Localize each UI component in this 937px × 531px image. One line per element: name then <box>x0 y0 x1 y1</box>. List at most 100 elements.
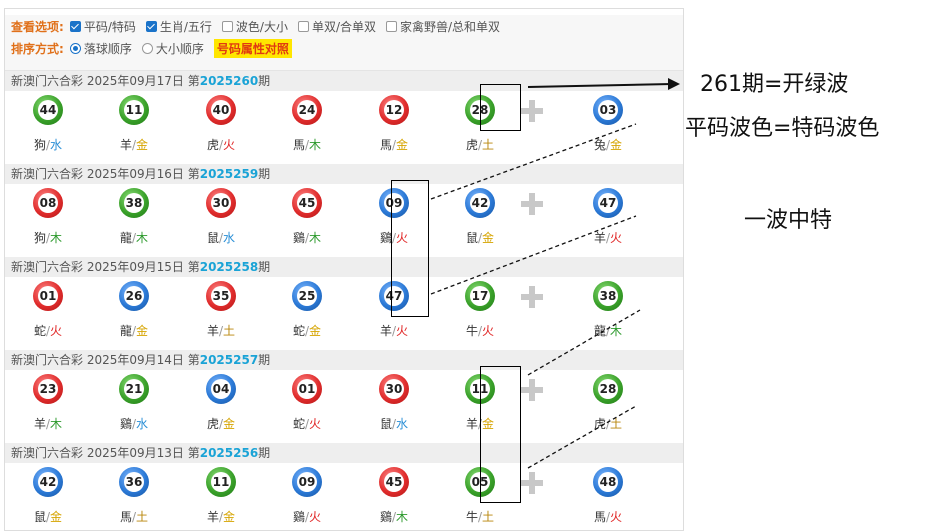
zodiac: 狗 <box>33 231 46 245</box>
sort-option[interactable]: 落球顺序 <box>69 40 132 57</box>
zodiac: 羊 <box>206 510 219 524</box>
plus-icon <box>487 184 573 257</box>
draw-issue-number: 2025256 <box>199 446 259 460</box>
zodiac: 虎 <box>206 138 219 152</box>
element: 木 <box>136 231 149 245</box>
zodiac-element: 龍/木 <box>565 322 651 339</box>
zodiac-element: 虎/金 <box>178 415 264 432</box>
zodiac-element: 鼠/水 <box>178 229 264 246</box>
ball-number: 36 <box>124 472 144 492</box>
zodiac-element: 龍/木 <box>91 229 177 246</box>
lottery-ball: 36 <box>119 467 149 497</box>
special-number-cell: 03 兔/金 <box>565 91 651 164</box>
ball-number: 01 <box>38 286 58 306</box>
draw-header: 新澳门六合彩 2025年09月16日 第2025259期 <box>5 164 683 184</box>
view-option[interactable]: 平码/特码 <box>69 18 136 35</box>
ball-number: 11 <box>211 472 231 492</box>
draw-issue-suffix: 期 <box>258 74 271 88</box>
lottery-ball: 01 <box>292 374 322 404</box>
draw-date: 新澳门六合彩 2025年09月17日 第 <box>11 74 200 88</box>
checkbox[interactable] <box>221 20 233 32</box>
element: 金 <box>136 138 149 152</box>
ball-number: 38 <box>598 286 618 306</box>
regular-number-cell: 12 馬/金 <box>351 91 437 164</box>
zodiac: 鼠 <box>33 510 46 524</box>
view-option-label: 平码/特码 <box>83 19 136 34</box>
zodiac: 羊 <box>33 417 46 431</box>
element: 火 <box>309 510 322 524</box>
checkbox[interactable] <box>297 20 309 32</box>
element: 金 <box>136 324 149 338</box>
zodiac: 鷄 <box>379 510 392 524</box>
special-number-cell: 28 虎/土 <box>565 370 651 443</box>
element: 木 <box>50 231 63 245</box>
element: 水 <box>50 138 63 152</box>
ball-row: 23 羊/木 21 鷄/水 04 虎/金 01 蛇/火 30 鼠/水 11 羊/金 28 虎/土 <box>5 370 683 443</box>
zodiac: 馬 <box>379 138 392 152</box>
lottery-ball: 40 <box>206 95 236 125</box>
zodiac: 馬 <box>119 510 132 524</box>
element: 木 <box>396 510 409 524</box>
zodiac-element: 羊/火 <box>351 322 437 339</box>
draw-date: 新澳门六合彩 2025年09月15日 第 <box>11 260 200 274</box>
draw-date: 新澳门六合彩 2025年09月16日 第 <box>11 167 200 181</box>
zodiac: 羊 <box>379 324 392 338</box>
element: 火 <box>610 510 623 524</box>
number-attribute-button[interactable]: 号码属性对照 <box>213 38 292 58</box>
checkbox[interactable] <box>386 20 397 32</box>
sort-option[interactable]: 大小顺序 <box>141 40 204 57</box>
element: 金 <box>396 138 409 152</box>
element: 火 <box>50 324 63 338</box>
lottery-ball: 09 <box>292 467 322 497</box>
zodiac-element: 鷄/火 <box>264 508 350 525</box>
lottery-ball: 48 <box>593 467 623 497</box>
element: 金 <box>50 510 63 524</box>
regular-number-cell: 38 龍/木 <box>91 184 177 257</box>
sort-options-row: 排序方式: 落球顺序 大小顺序 号码属性对照 <box>5 37 683 59</box>
regular-number-cell: 42 鼠/金 <box>5 463 91 530</box>
ball-number: 35 <box>211 286 231 306</box>
view-option[interactable]: 单双/合单双 <box>297 18 376 35</box>
highlight-box <box>391 180 429 317</box>
lottery-ball: 21 <box>119 374 149 404</box>
draw-header: 新澳门六合彩 2025年09月14日 第2025257期 <box>5 350 683 370</box>
ball-number: 04 <box>211 379 231 399</box>
radio-button[interactable] <box>141 42 153 54</box>
zodiac-element: 蛇/金 <box>264 322 350 339</box>
zodiac: 馬 <box>292 138 305 152</box>
zodiac-element: 馬/火 <box>565 508 651 525</box>
zodiac-element: 虎/土 <box>565 415 651 432</box>
draw-row: 新澳门六合彩 2025年09月17日 第2025260期 44 狗/水 11 羊/金 40… <box>5 71 683 164</box>
annotation-note: 261期=开绿波 <box>700 72 849 97</box>
draw-date: 新澳门六合彩 2025年09月14日 第 <box>11 353 200 367</box>
radio-button[interactable] <box>69 42 81 54</box>
view-option[interactable]: 波色/大小 <box>221 18 288 35</box>
view-option-label: 单双/合单双 <box>311 19 376 34</box>
ball-number: 23 <box>38 379 58 399</box>
view-option[interactable]: 家禽野兽/总和单双 <box>386 18 500 35</box>
zodiac: 鷄 <box>119 417 132 431</box>
draw-header: 新澳门六合彩 2025年09月13日 第2025256期 <box>5 443 683 463</box>
zodiac: 馬 <box>593 510 606 524</box>
element: 木 <box>309 231 322 245</box>
lottery-ball: 44 <box>33 95 63 125</box>
zodiac: 牛 <box>465 510 478 524</box>
view-option[interactable]: 生肖/五行 <box>145 18 212 35</box>
element: 火 <box>223 138 236 152</box>
regular-number-cell: 30 鼠/水 <box>178 184 264 257</box>
ball-number: 38 <box>124 193 144 213</box>
ball-number: 30 <box>384 379 404 399</box>
regular-number-cell: 01 蛇/火 <box>5 277 91 350</box>
checkbox[interactable] <box>145 20 157 32</box>
checkbox[interactable] <box>69 20 81 32</box>
regular-number-cell: 26 龍/金 <box>91 277 177 350</box>
ball-number: 26 <box>124 286 144 306</box>
ball-number: 11 <box>124 100 144 120</box>
zodiac: 蛇 <box>292 417 305 431</box>
regular-number-cell: 25 蛇/金 <box>264 277 350 350</box>
regular-number-cell: 11 羊/金 <box>178 463 264 530</box>
element: 金 <box>223 417 236 431</box>
zodiac: 鼠 <box>379 417 392 431</box>
ball-number: 09 <box>297 472 317 492</box>
draw-issue-suffix: 期 <box>258 353 271 367</box>
